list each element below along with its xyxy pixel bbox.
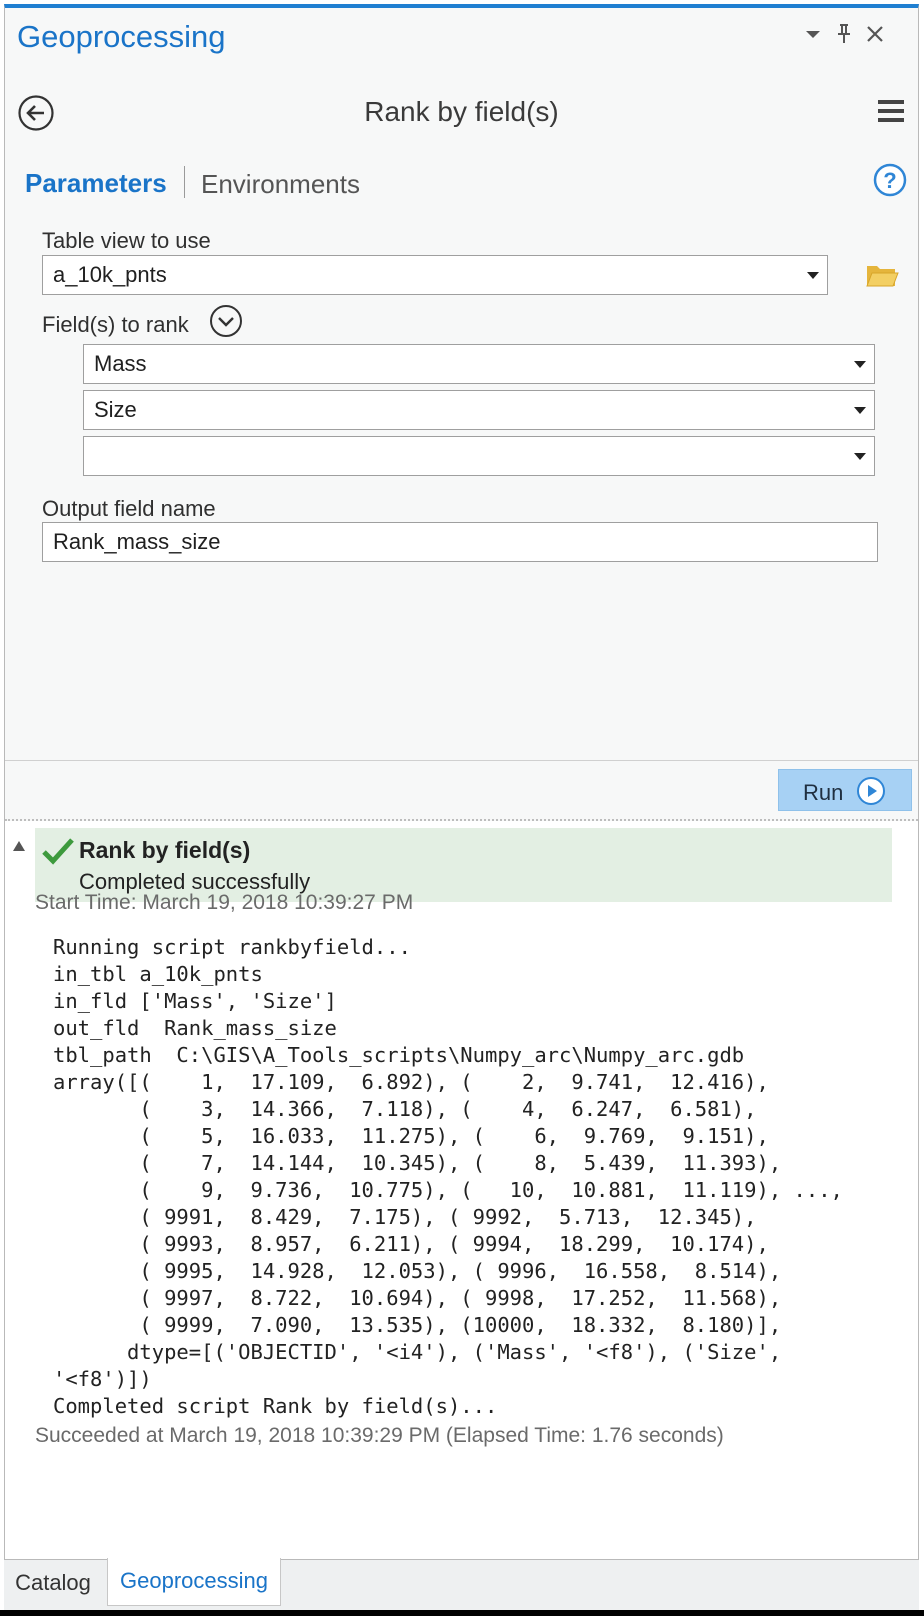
play-icon [857, 777, 885, 805]
bottom-tab-strip: Catalog Geoprocessing [4, 1558, 919, 1610]
succeeded-message: Succeeded at March 19, 2018 10:39:29 PM … [35, 1424, 724, 1447]
log-line: array([( 1, 17.109, 6.892), ( 2, 9.741, … [53, 1070, 769, 1094]
tab-geoprocessing[interactable]: Geoprocessing [107, 1558, 281, 1606]
field-select-3[interactable] [83, 436, 875, 476]
log-line: ( 9993, 8.957, 6.211), ( 9994, 18.299, 1… [139, 1232, 769, 1256]
log-line: in_tbl a_10k_pnts [53, 962, 263, 986]
geoprocessing-pane: Geoprocessing Rank by field(s) Parameter… [4, 4, 919, 1560]
log-line: in_fld ['Mass', 'Size'] [53, 989, 337, 1013]
fields-to-rank-label: Field(s) to rank [42, 312, 189, 337]
svg-text:?: ? [883, 168, 896, 193]
pane-title: Geoprocessing [17, 19, 226, 54]
output-field-input[interactable]: Rank_mass_size [42, 522, 878, 562]
dropdown-icon[interactable] [801, 22, 825, 46]
pane-title-bar: Geoprocessing [5, 8, 918, 74]
chevron-down-icon [854, 453, 866, 460]
log-line: ( 5, 16.033, 11.275), ( 6, 9.769, 9.151)… [139, 1124, 769, 1148]
run-bar: Run [5, 761, 918, 821]
collapse-triangle-icon[interactable] [13, 841, 25, 851]
field-select-2[interactable]: Size [83, 390, 875, 430]
table-view-label: Table view to use [42, 228, 211, 253]
success-check-icon [42, 838, 74, 865]
field-value-1: Mass [94, 351, 147, 376]
log-line: ( 7, 14.144, 10.345), ( 8, 5.439, 11.393… [139, 1151, 782, 1175]
log-line: '<f8')]) [53, 1367, 152, 1391]
log-line: ( 3, 14.366, 7.118), ( 4, 6.247, 6.581), [139, 1097, 757, 1121]
table-view-select[interactable]: a_10k_pnts [42, 255, 828, 295]
tab-divider [184, 166, 185, 198]
tab-parameters[interactable]: Parameters [25, 168, 167, 199]
tool-parameters-area: Rank by field(s) Parameters Environments… [5, 74, 918, 760]
menu-icon[interactable] [876, 96, 906, 126]
chevron-down-circle-icon[interactable] [209, 304, 243, 338]
result-title: Rank by field(s) [79, 837, 251, 863]
log-line: ( 9991, 8.429, 7.175), ( 9992, 5.713, 12… [139, 1205, 757, 1229]
chevron-down-icon [807, 272, 819, 279]
start-time-message: Start Time: March 19, 2018 10:39:27 PM [35, 891, 414, 914]
log-line: ( 9, 9.736, 10.775), ( 10, 10.881, 11.11… [139, 1178, 843, 1202]
pin-icon[interactable] [832, 22, 856, 46]
tab-catalog[interactable]: Catalog [4, 1560, 102, 1606]
splitter-handle[interactable] [5, 819, 918, 821]
table-view-value: a_10k_pnts [53, 262, 167, 287]
log-line: dtype=[('OBJECTID', '<i4'), ('Mass', '<f… [127, 1340, 782, 1364]
log-line: out_fld Rank_mass_size [53, 1016, 337, 1040]
run-button[interactable]: Run [778, 769, 912, 811]
screen-bottom-edge [0, 1610, 924, 1616]
close-icon[interactable] [863, 22, 887, 46]
output-field-label: Output field name [42, 496, 216, 521]
log-line: Completed script Rank by field(s)... [53, 1394, 498, 1418]
help-icon[interactable]: ? [872, 162, 908, 198]
field-value-2: Size [94, 397, 137, 422]
log-line: Running script rankbyfield... [53, 935, 411, 959]
log-line: tbl_path C:\GIS\A_Tools_scripts\Numpy_ar… [53, 1043, 745, 1067]
log-line: ( 9999, 7.090, 13.535), (10000, 18.332, … [139, 1313, 782, 1337]
script-log: Running script rankbyfield... in_tbl a_1… [53, 934, 843, 1420]
log-line: ( 9995, 14.928, 12.053), ( 9996, 16.558,… [139, 1259, 782, 1283]
output-field-value: Rank_mass_size [53, 529, 221, 554]
tool-title: Rank by field(s) [364, 96, 559, 127]
chevron-down-icon [854, 361, 866, 368]
field-select-1[interactable]: Mass [83, 344, 875, 384]
tab-environments[interactable]: Environments [201, 169, 360, 200]
log-line: ( 9997, 8.722, 10.694), ( 9998, 17.252, … [139, 1286, 782, 1310]
run-button-label: Run [803, 780, 844, 805]
chevron-down-icon [854, 407, 866, 414]
folder-icon[interactable] [865, 260, 899, 290]
